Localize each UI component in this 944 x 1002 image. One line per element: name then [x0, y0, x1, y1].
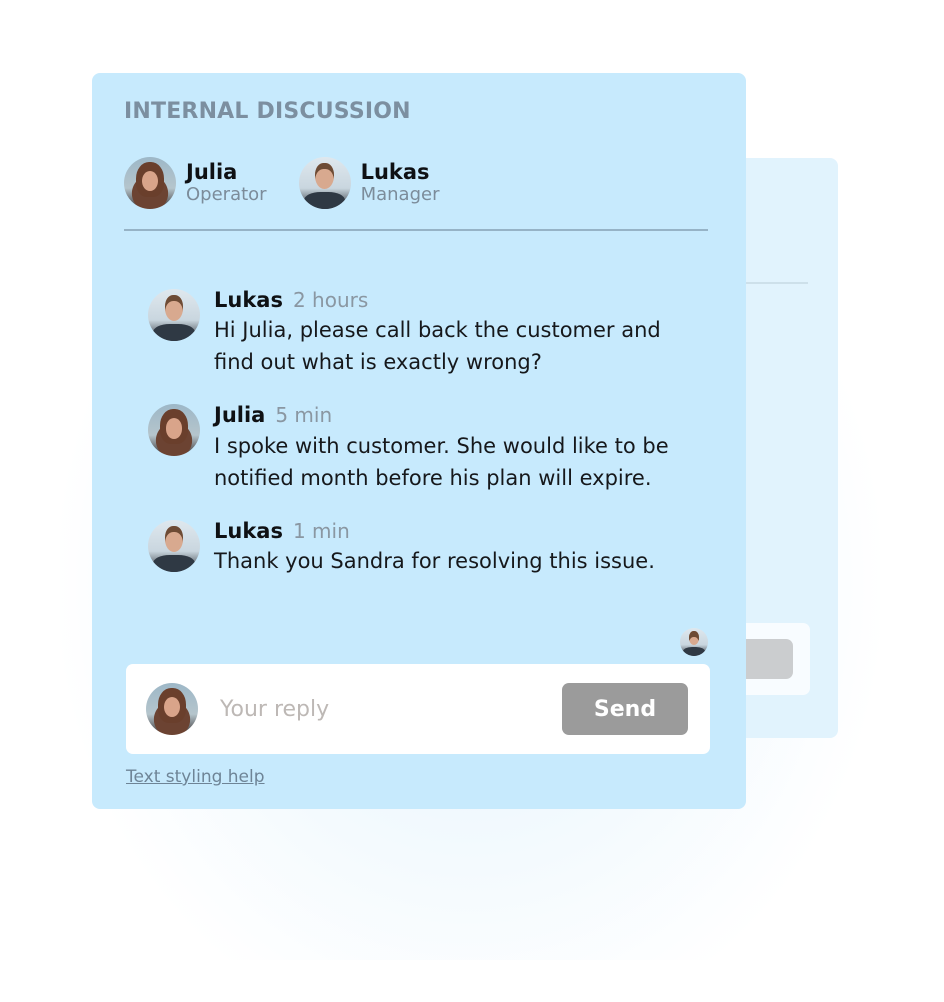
message-item: Lukas 2 hours Hi Julia, please call back… — [148, 287, 718, 378]
text-styling-help-link[interactable]: Text styling help — [126, 767, 265, 787]
reply-box: Send — [126, 664, 710, 754]
message-author: Lukas — [214, 288, 283, 312]
message-text: I spoke with customer. She would like to… — [214, 433, 669, 490]
participant-name: Lukas — [360, 160, 430, 185]
participants-list: Julia Operator Lukas Manager — [124, 157, 439, 209]
lukas-avatar — [148, 519, 200, 572]
message-author: Julia — [214, 403, 266, 428]
message-text: Hi Julia, please call back the customer … — [214, 318, 661, 375]
send-button[interactable]: Send — [562, 683, 688, 735]
participant-role: Operator — [186, 183, 267, 205]
message-author: Lukas — [214, 518, 283, 543]
lukas-avatar — [298, 157, 351, 209]
participant-role: Manager — [360, 183, 440, 205]
reply-input[interactable] — [220, 696, 562, 722]
message-list: Lukas 2 hours Hi Julia, please call back… — [148, 287, 718, 601]
panel-title: INTERNAL DISCUSSION — [124, 99, 411, 124]
lukas-avatar — [148, 289, 200, 341]
read-receipt-avatar — [680, 628, 708, 656]
participant-julia[interactable]: Julia Operator — [124, 157, 267, 209]
message-time: 5 min — [275, 403, 333, 428]
participant-lukas[interactable]: Lukas Manager — [298, 157, 440, 209]
julia-avatar — [124, 157, 176, 209]
message-item: Julia 5 min I spoke with customer. She w… — [148, 402, 718, 493]
message-time: 1 min — [292, 518, 350, 543]
julia-avatar — [146, 683, 198, 735]
header-divider — [124, 229, 708, 231]
julia-avatar — [148, 404, 200, 457]
message-time: 2 hours — [292, 288, 369, 312]
participant-name: Julia — [186, 160, 238, 185]
message-item: Lukas 1 min Thank you Sandra for resolvi… — [148, 518, 718, 577]
internal-discussion-panel: INTERNAL DISCUSSION Julia Operator Lukas… — [92, 73, 746, 809]
message-text: Thank you Sandra for resolving this issu… — [214, 548, 655, 573]
